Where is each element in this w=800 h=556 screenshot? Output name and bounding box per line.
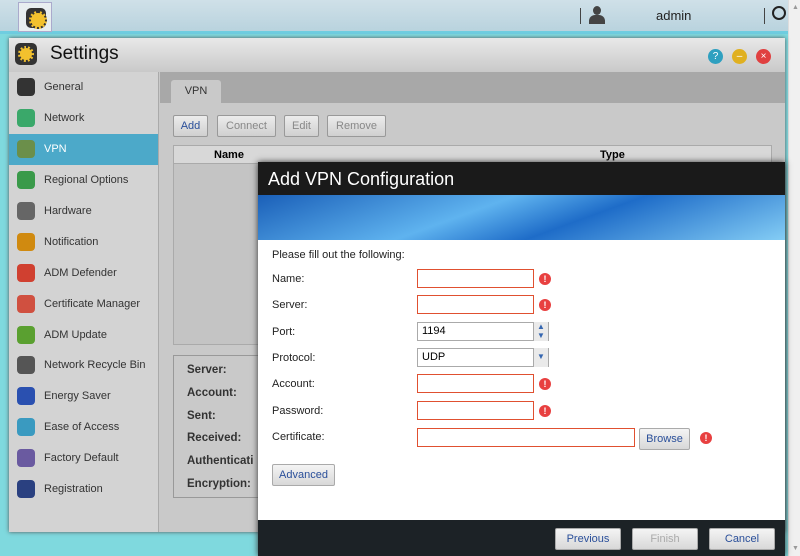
sidebar-item-general[interactable]: General (9, 72, 158, 103)
sidebar-item-registration[interactable]: Registration (9, 474, 158, 505)
sidebar-item-label: Network (44, 112, 85, 125)
column-type[interactable]: Type (600, 149, 625, 161)
error-icon: ! (700, 432, 712, 444)
sidebar-item-label: Network Recycle Bin (44, 359, 146, 372)
port-value: 1194 (422, 325, 446, 337)
sidebar-item-label: Registration (44, 483, 103, 496)
protocol-label: Protocol: (272, 352, 316, 364)
sidebar-item-ease-of-access[interactable]: Ease of Access (9, 412, 158, 443)
server-input[interactable] (417, 295, 534, 314)
sidebar-item-network[interactable]: Network (9, 103, 158, 134)
add-vpn-dialog: Add VPN Configuration Please fill out th… (258, 162, 785, 556)
vpn-icon (17, 140, 35, 159)
sidebar-item-certificate-manager[interactable]: Certificate Manager (9, 288, 158, 319)
account-input[interactable] (417, 374, 534, 393)
name-input[interactable] (417, 269, 534, 288)
app-logo-icon[interactable] (18, 2, 52, 32)
general-icon (17, 78, 35, 97)
window-title: Settings (50, 43, 119, 64)
dialog-title: Add VPN Configuration (258, 162, 785, 195)
sidebar-item-adm-defender[interactable]: ADM Defender (9, 257, 158, 288)
energy-saver-icon (17, 387, 35, 406)
sidebar-item-vpn[interactable]: VPN (9, 133, 158, 165)
sidebar-item-label: Hardware (44, 205, 92, 217)
search-icon[interactable] (772, 6, 786, 20)
regional-options-icon (17, 171, 35, 190)
certificate-input[interactable] (417, 428, 635, 447)
error-icon: ! (539, 273, 551, 285)
remove-button[interactable]: Remove (327, 115, 386, 137)
dialog-banner (258, 195, 785, 240)
protocol-value: UDP (422, 351, 446, 363)
account-label: Account: (272, 378, 315, 390)
port-input[interactable]: 1194 ▲ ▼ (417, 322, 549, 341)
username[interactable]: admin (656, 8, 691, 23)
error-icon: ! (539, 378, 551, 390)
sidebar-item-label: Regional Options (44, 174, 129, 187)
password-input[interactable] (417, 401, 534, 420)
sidebar-item-adm-update[interactable]: ADM Update (9, 319, 158, 350)
server-label: Server: (272, 299, 308, 311)
sidebar-item-label: VPN (44, 143, 67, 156)
sidebar-item-energy-saver[interactable]: Energy Saver (9, 381, 158, 412)
previous-button[interactable]: Previous (555, 528, 621, 550)
notification-icon (17, 232, 35, 251)
finish-button[interactable]: Finish (632, 528, 698, 550)
sidebar-item-label: Ease of Access (44, 421, 120, 434)
edit-button[interactable]: Edit (284, 115, 319, 137)
tab-bar: VPN (160, 72, 785, 103)
error-icon: ! (539, 405, 551, 417)
sidebar-item-label: General (44, 81, 84, 94)
sidebar-item-notification[interactable]: Notification (9, 226, 158, 257)
hardware-icon (17, 202, 35, 220)
adm-defender-icon (17, 263, 35, 282)
settings-logo-icon (15, 43, 37, 65)
ease-of-access-icon (17, 418, 35, 437)
sidebar-item-network-recycle-bin[interactable]: Network Recycle Bin (9, 350, 158, 381)
divider (580, 8, 581, 24)
name-label: Name: (272, 273, 305, 285)
registration-icon (17, 480, 35, 499)
port-label: Port: (272, 326, 296, 338)
window-titlebar[interactable]: Settings ? – × (9, 38, 785, 72)
taskbar: admin (0, 0, 788, 34)
dialog-intro: Please fill out the following: (272, 249, 405, 261)
divider (764, 8, 765, 24)
browse-button[interactable]: Browse (639, 428, 690, 450)
port-stepper[interactable]: ▲ ▼ (533, 322, 548, 341)
factory-default-icon (17, 449, 35, 468)
sidebar-item-label: Energy Saver (44, 390, 111, 403)
connect-button[interactable]: Connect (217, 115, 276, 137)
sidebar-item-factory-default[interactable]: Factory Default (9, 443, 158, 474)
dialog-footer: Previous Finish Cancel (258, 520, 785, 556)
sidebar-item-label: ADM Update (44, 328, 107, 341)
sidebar-item-label: ADM Defender (44, 266, 117, 279)
sidebar-item-label: Factory Default (44, 452, 119, 465)
column-name[interactable]: Name (214, 149, 244, 161)
adm-update-icon (17, 325, 35, 344)
add-button[interactable]: Add (173, 115, 208, 137)
sidebar-item-regional-options[interactable]: Regional Options (9, 165, 158, 196)
page-scrollbar[interactable]: ▲ ▼ (788, 0, 800, 556)
close-icon[interactable]: × (756, 49, 771, 64)
network-icon (17, 109, 35, 128)
advanced-button[interactable]: Advanced (272, 464, 335, 486)
sidebar-item-label: Certificate Manager (44, 297, 140, 310)
network-recycle-bin-icon (17, 356, 35, 375)
minimize-icon[interactable]: – (732, 49, 747, 64)
certificate-label: Certificate: (272, 431, 325, 443)
cancel-button[interactable]: Cancel (709, 528, 775, 550)
certificate-manager-icon (17, 294, 35, 313)
sidebar: General Network VPN Regional Options Hardwar… (9, 72, 159, 532)
error-icon: ! (539, 299, 551, 311)
protocol-select[interactable]: UDP ▼ (417, 348, 549, 367)
tab-vpn[interactable]: VPN (171, 80, 221, 103)
help-icon[interactable]: ? (708, 49, 723, 64)
chevron-down-icon[interactable]: ▼ (533, 348, 548, 367)
sidebar-item-hardware[interactable]: Hardware (9, 196, 158, 227)
password-label: Password: (272, 405, 324, 417)
sidebar-item-label: Notification (44, 235, 99, 248)
user-icon[interactable] (589, 6, 605, 24)
